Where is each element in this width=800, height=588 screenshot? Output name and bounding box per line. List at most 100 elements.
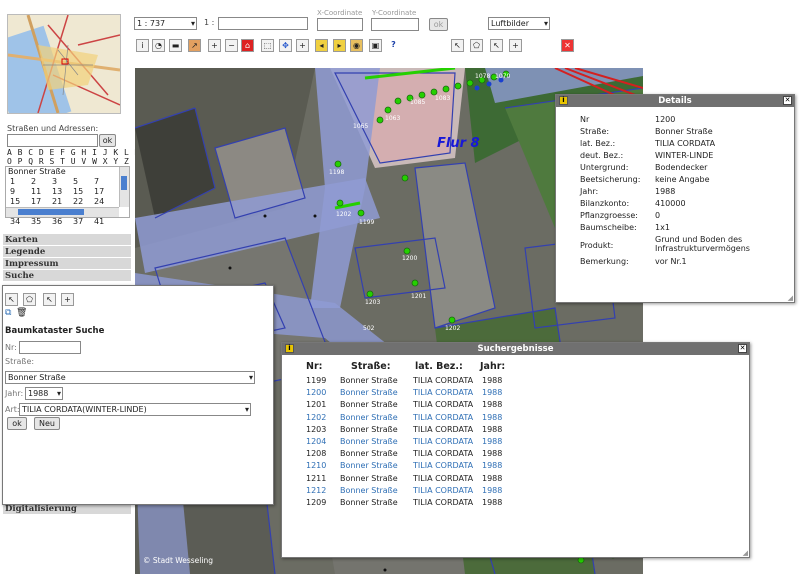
horizontal-scroll-thumb[interactable] — [18, 209, 84, 215]
result-year[interactable]: 1988 — [482, 413, 502, 422]
house-number-link[interactable]: 1 — [10, 177, 31, 186]
house-number-link[interactable]: 5 — [73, 177, 94, 186]
close-icon[interactable]: ✕ — [738, 344, 747, 353]
house-number-link[interactable]: 22 — [73, 197, 94, 206]
result-nr[interactable]: 1210 — [306, 461, 326, 470]
resize-handle-icon[interactable]: ◢ — [788, 294, 793, 302]
house-number-link[interactable]: 9 — [10, 187, 31, 196]
house-number-link[interactable]: 15 — [10, 197, 31, 206]
accordion-legende[interactable]: Legende — [3, 246, 131, 258]
pointer-icon[interactable]: ↗ — [188, 39, 201, 52]
fullextent-icon[interactable]: ▣ — [369, 39, 382, 52]
house-number-link[interactable]: 37 — [73, 217, 94, 226]
details-titlebar[interactable]: i Details ✕ — [556, 95, 794, 107]
result-latin[interactable]: TILIA CORDATA — [413, 388, 473, 397]
layers-icon[interactable]: ◉ — [350, 39, 363, 52]
vertical-scrollbar[interactable] — [119, 167, 129, 207]
street-search-ok-button[interactable]: ok — [99, 134, 116, 147]
alphabet-row-2[interactable]: O P Q R S T U V W X Y Z — [7, 157, 129, 166]
house-number-link[interactable]: 34 — [10, 217, 31, 226]
results-titlebar[interactable]: i Suchergebnisse ✕ — [282, 343, 749, 355]
help-icon[interactable]: ? — [387, 39, 400, 52]
select-move-icon[interactable]: ↖ — [490, 39, 503, 52]
year-select[interactable]: 1988 ▾ — [25, 387, 63, 400]
print-icon[interactable]: ▬ — [169, 39, 182, 52]
vertical-scroll-thumb[interactable] — [121, 176, 127, 190]
art-select[interactable]: TILIA CORDATA(WINTER-LINDE) ▾ — [19, 403, 251, 416]
open-icon[interactable]: ⧉ — [5, 308, 11, 318]
house-number-link[interactable]: 21 — [52, 197, 73, 206]
nr-input[interactable] — [19, 341, 81, 354]
house-number-link[interactable]: 17 — [94, 187, 115, 196]
search-new-button[interactable]: Neu — [34, 417, 60, 430]
result-nr[interactable]: 1204 — [306, 437, 326, 446]
result-year[interactable]: 1988 — [482, 486, 502, 495]
accordion-karten[interactable]: Karten — [3, 234, 131, 246]
zoom-box-icon[interactable]: ⬚ — [261, 39, 274, 52]
layer-select[interactable]: Luftbilder ▾ — [488, 17, 550, 30]
measure-icon[interactable]: ◔ — [152, 39, 165, 52]
trash-icon[interactable]: 🗑 — [16, 308, 27, 318]
result-street[interactable]: Bonner Straße — [340, 437, 398, 446]
result-nr[interactable]: 1202 — [306, 413, 326, 422]
zoom-out-icon[interactable]: − — [225, 39, 238, 52]
x-coordinate-input[interactable] — [317, 18, 363, 31]
house-number-link[interactable]: 3 — [52, 177, 73, 186]
select-move-icon[interactable]: ↖ — [43, 293, 56, 306]
select-tool-icon[interactable]: ↖ — [5, 293, 18, 306]
accordion-impressum[interactable]: Impressum — [3, 258, 131, 270]
result-latin[interactable]: TILIA CORDATA — [413, 413, 473, 422]
forward-icon[interactable]: ▸ — [333, 39, 346, 52]
back-icon[interactable]: ◂ — [315, 39, 328, 52]
result-latin[interactable]: TILIA CORDATA — [413, 437, 473, 446]
house-number-link[interactable]: 41 — [94, 217, 115, 226]
house-number-grid[interactable]: 1235791113151715172122243133353739343536… — [10, 177, 115, 226]
select-polygon-icon[interactable]: ⬠ — [470, 39, 483, 52]
add-point-icon[interactable]: + — [509, 39, 522, 52]
search-ok-button[interactable]: ok — [7, 417, 27, 430]
street-search-input[interactable] — [7, 134, 98, 147]
street-select[interactable]: Bonner Straße ▾ — [5, 371, 255, 384]
y-coordinate-input[interactable] — [371, 18, 419, 31]
result-year[interactable]: 1988 — [482, 437, 502, 446]
house-number-link[interactable]: 2 — [31, 177, 52, 186]
accordion-suche[interactable]: Suche — [3, 270, 131, 282]
coordinate-ok-button[interactable]: ok — [429, 18, 448, 31]
result-year[interactable]: 1988 — [482, 388, 502, 397]
horizontal-scrollbar[interactable] — [6, 207, 119, 217]
scale-input[interactable] — [218, 17, 308, 30]
zoom-in-icon[interactable]: + — [208, 39, 221, 52]
result-nr[interactable]: 1212 — [306, 486, 326, 495]
clear-icon[interactable]: ✕ — [561, 39, 574, 52]
home-icon[interactable]: ⌂ — [241, 39, 254, 52]
house-number-link[interactable]: 35 — [31, 217, 52, 226]
close-icon[interactable]: ✕ — [783, 96, 792, 105]
result-street[interactable]: Bonner Straße — [340, 388, 398, 397]
select-tool-icon[interactable]: ↖ — [451, 39, 464, 52]
result-street[interactable]: Bonner Straße — [340, 486, 398, 495]
house-number-list[interactable]: Bonner Straße 12357911131517151721222431… — [5, 166, 130, 226]
result-street[interactable]: Bonner Straße — [340, 461, 398, 470]
info-icon[interactable]: i — [136, 39, 149, 52]
house-number-link[interactable]: 24 — [94, 197, 115, 206]
result-nr[interactable]: 1200 — [306, 388, 326, 397]
house-number-link[interactable]: 7 — [94, 177, 115, 186]
result-latin[interactable]: TILIA CORDATA — [413, 461, 473, 470]
house-number-link[interactable]: 17 — [31, 197, 52, 206]
scale-select[interactable]: 1 : 737 ▾ — [134, 17, 197, 30]
pan-icon[interactable]: ✥ — [279, 39, 292, 52]
crosshair-icon[interactable]: + — [296, 39, 309, 52]
house-number-link[interactable]: 11 — [31, 187, 52, 196]
alphabet-row-1[interactable]: A B C D E F G H I J K L M N — [7, 148, 151, 157]
result-street[interactable]: Bonner Straße — [340, 413, 398, 422]
result-year[interactable]: 1988 — [482, 461, 502, 470]
house-number-link[interactable]: 15 — [73, 187, 94, 196]
result-latin[interactable]: TILIA CORDATA — [413, 486, 473, 495]
add-point-icon[interactable]: + — [61, 293, 74, 306]
resize-handle-icon[interactable]: ◢ — [743, 549, 748, 557]
select-polygon-icon[interactable]: ⬠ — [23, 293, 36, 306]
house-number-link[interactable]: 36 — [52, 217, 73, 226]
overview-map[interactable] — [7, 14, 121, 114]
house-number-link[interactable]: 13 — [52, 187, 73, 196]
selected-street-label[interactable]: Bonner Straße — [8, 167, 66, 176]
